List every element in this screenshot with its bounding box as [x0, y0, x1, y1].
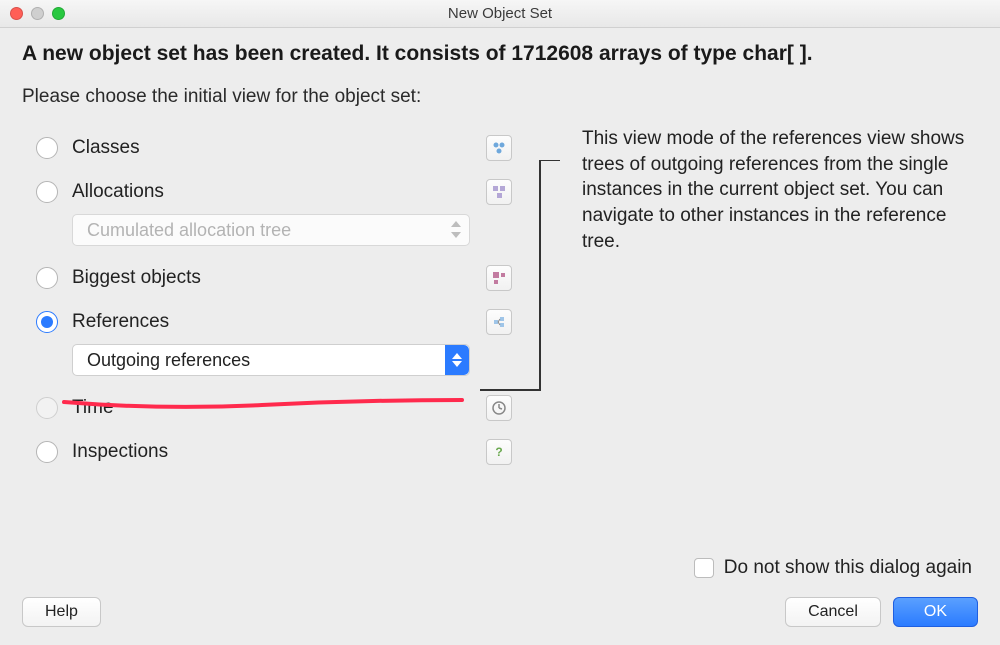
option-biggest-objects[interactable]: Biggest objects	[22, 256, 522, 300]
option-allocations-label: Allocations	[72, 181, 486, 203]
option-allocations[interactable]: Allocations	[22, 170, 522, 214]
option-references[interactable]: References	[22, 300, 522, 344]
radio-biggest[interactable]	[36, 267, 58, 289]
allocations-icon	[486, 179, 512, 205]
ok-button[interactable]: OK	[893, 597, 978, 627]
dont-show-checkbox[interactable]	[694, 558, 714, 578]
option-classes[interactable]: Classes	[22, 126, 522, 170]
references-icon	[486, 309, 512, 335]
titlebar: New Object Set	[0, 0, 1000, 28]
option-references-label: References	[72, 311, 486, 333]
option-inspections[interactable]: Inspections ?	[22, 430, 522, 474]
help-button[interactable]: Help	[22, 597, 101, 627]
radio-inspections[interactable]	[36, 441, 58, 463]
references-select-value: Outgoing references	[87, 350, 250, 371]
chevron-up-icon	[449, 219, 463, 229]
references-stepper[interactable]	[445, 345, 469, 375]
biggest-objects-icon	[486, 265, 512, 291]
allocations-select: Cumulated allocation tree	[72, 214, 470, 246]
chevron-down-icon	[452, 361, 462, 367]
dialog-subheadline: Please choose the initial view for the o…	[22, 86, 978, 108]
chevron-up-icon	[452, 353, 462, 359]
option-classes-label: Classes	[72, 137, 486, 159]
time-icon	[486, 395, 512, 421]
radio-allocations[interactable]	[36, 181, 58, 203]
window-title: New Object Set	[0, 5, 1000, 22]
radio-references[interactable]	[36, 311, 58, 333]
svg-text:?: ?	[495, 445, 502, 459]
view-description: This view mode of the references view sh…	[582, 126, 978, 254]
allocations-select-value: Cumulated allocation tree	[87, 220, 291, 241]
radio-classes[interactable]	[36, 137, 58, 159]
radio-time[interactable]	[36, 397, 58, 419]
view-options: Classes Allocations Cumulated allocation…	[22, 126, 522, 474]
references-select[interactable]: Outgoing references	[72, 344, 470, 376]
allocations-stepper	[449, 219, 463, 240]
inspections-icon: ?	[486, 439, 512, 465]
chevron-down-icon	[449, 230, 463, 240]
cancel-button[interactable]: Cancel	[785, 597, 881, 627]
option-time[interactable]: Time	[22, 386, 522, 430]
classes-icon	[486, 135, 512, 161]
option-time-label: Time	[72, 397, 486, 419]
dont-show-label: Do not show this dialog again	[724, 557, 972, 579]
dialog-headline: A new object set has been created. It co…	[22, 42, 978, 66]
option-inspections-label: Inspections	[72, 441, 486, 463]
option-biggest-label: Biggest objects	[72, 267, 486, 289]
